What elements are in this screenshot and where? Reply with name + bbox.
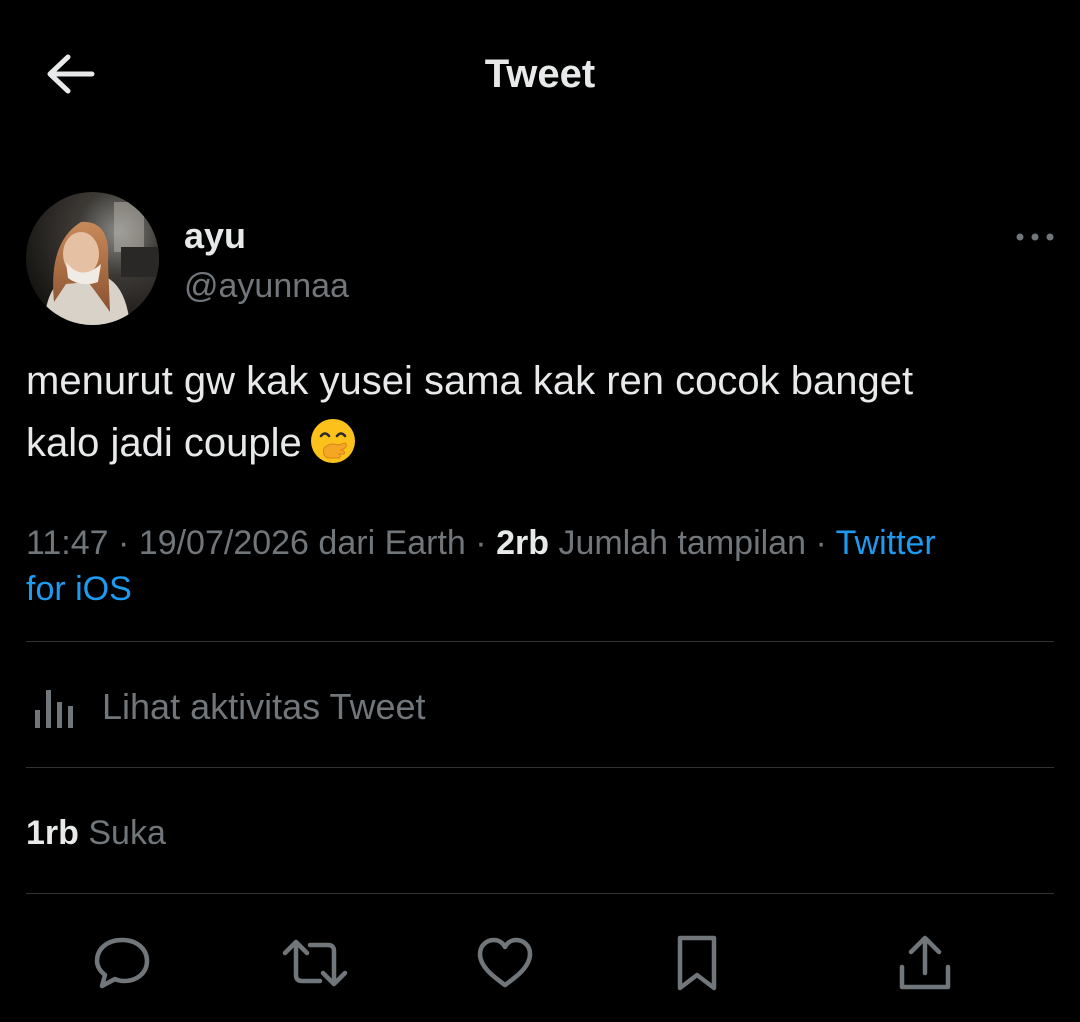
tweet-activity-label: Lihat aktivitas Tweet — [102, 686, 426, 727]
likes-summary[interactable]: 1rb Suka — [26, 810, 166, 856]
bookmark-button[interactable] — [662, 928, 732, 998]
likes-label: Suka — [88, 814, 166, 852]
tweet-metadata: 11:47 · 19/07/2026 dari Earth · 2rb Juml… — [26, 520, 1061, 612]
tweet-activity-button[interactable]: Lihat aktivitas Tweet — [26, 682, 426, 732]
meta-separator: · — [815, 524, 827, 562]
tweet-text-line-2-text: kalo jadi couple — [26, 421, 302, 465]
reply-bubble-icon — [94, 937, 150, 989]
retweet-button[interactable] — [280, 928, 350, 998]
tweet-text-line-2: kalo jadi couple — [26, 412, 1046, 484]
tweet-text-line-1: menurut gw kak yusei sama kak ren cocok … — [26, 359, 914, 403]
like-button[interactable] — [470, 928, 540, 998]
analytics-bars-icon — [35, 690, 73, 728]
author-display-name[interactable]: ayu — [184, 214, 246, 258]
profile-photo — [26, 192, 159, 325]
tweet-text: menurut gw kak yusei sama kak ren cocok … — [26, 350, 1046, 484]
meta-separator: · — [475, 524, 487, 562]
hand-over-mouth-emoji-icon — [308, 416, 358, 484]
views-count: 2rb — [496, 524, 549, 562]
author-handle[interactable]: @ayunnaa — [184, 264, 349, 308]
views-label: Jumlah tampilan — [558, 524, 806, 562]
tweet-date: 19/07/2026 — [138, 524, 309, 562]
more-horizontal-icon — [1016, 233, 1054, 241]
avatar[interactable] — [26, 192, 159, 325]
meta-separator: · — [118, 524, 130, 562]
bookmark-icon — [677, 935, 717, 991]
divider — [26, 893, 1054, 894]
top-bar: Tweet — [0, 0, 1080, 150]
divider — [26, 767, 1054, 768]
reply-button[interactable] — [87, 928, 157, 998]
heart-icon — [477, 937, 533, 988]
more-options-button[interactable] — [1010, 222, 1060, 252]
tweet-location: dari Earth — [318, 524, 466, 562]
divider — [26, 641, 1054, 642]
tweet-time: 11:47 — [26, 524, 109, 562]
share-button[interactable] — [890, 928, 960, 998]
page-title: Tweet — [484, 52, 596, 96]
likes-count: 1rb — [26, 814, 79, 852]
client-link-continued[interactable]: for iOS — [26, 570, 132, 608]
tweet-action-bar — [0, 928, 1080, 998]
retweet-icon — [282, 939, 348, 987]
client-link[interactable]: Twitter — [836, 524, 936, 562]
share-upload-icon — [899, 935, 951, 990]
